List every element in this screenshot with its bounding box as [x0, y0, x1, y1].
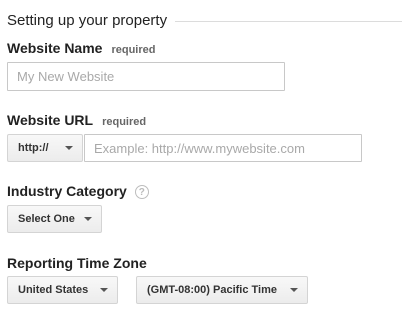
country-selected: United States: [18, 284, 89, 296]
website-url-input[interactable]: [84, 134, 362, 162]
section-divider: [175, 20, 402, 22]
website-url-required: required: [102, 116, 147, 128]
country-dropdown[interactable]: United States: [7, 276, 118, 304]
section-header: Setting up your property: [7, 10, 402, 30]
website-name-input[interactable]: [7, 62, 285, 91]
timezone-dropdown[interactable]: (GMT-08:00) Pacific Time: [136, 276, 308, 304]
website-name-required: required: [111, 44, 156, 56]
chevron-down-icon: [65, 146, 73, 150]
website-name-label-row: Website Name required: [7, 40, 155, 56]
industry-label-row: Industry Category ?: [7, 183, 149, 199]
website-url-label-row: Website URL required: [7, 112, 146, 128]
question-circle-icon[interactable]: ?: [134, 185, 149, 199]
protocol-value: http://: [18, 142, 49, 154]
website-url-label: Website URL: [7, 112, 94, 128]
timezone-label-row: Reporting Time Zone: [7, 255, 147, 271]
section-title: Setting up your property: [7, 11, 168, 29]
chevron-down-icon: [290, 288, 298, 292]
chevron-down-icon: [84, 217, 92, 221]
timezone-label: Reporting Time Zone: [7, 255, 147, 271]
industry-selected: Select One: [18, 213, 75, 225]
chevron-down-icon: [100, 288, 108, 292]
industry-label: Industry Category: [7, 183, 127, 199]
industry-dropdown[interactable]: Select One: [7, 205, 102, 233]
timezone-selected: (GMT-08:00) Pacific Time: [147, 284, 278, 296]
website-name-label: Website Name: [7, 40, 103, 56]
protocol-dropdown[interactable]: http://: [7, 134, 83, 162]
